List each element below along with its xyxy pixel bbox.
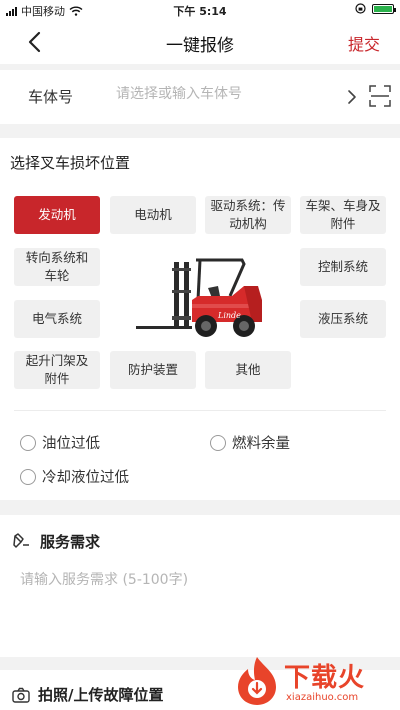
camera-icon xyxy=(12,687,30,703)
part-electric-motor[interactable]: 电动机 xyxy=(110,196,196,234)
battery-icon xyxy=(372,3,396,14)
page-title: 一键报修 xyxy=(166,36,234,56)
part-drive-system[interactable]: 驱动系统：传动机构 xyxy=(205,196,291,234)
option-label: 油位过低 xyxy=(42,436,100,452)
nav-bar: 一键报修 提交 xyxy=(0,20,400,64)
part-hydraulic-system[interactable]: 液压系统 xyxy=(300,300,386,338)
photo-upload-title: 拍照/上传故障位置 xyxy=(38,686,164,704)
wrench-icon xyxy=(13,532,29,548)
forklift-brand-logo: Linde xyxy=(217,311,241,320)
scan-icon[interactable] xyxy=(368,84,392,108)
service-request-input[interactable] xyxy=(20,569,380,639)
part-control-system[interactable]: 控制系统 xyxy=(300,248,386,286)
submit-button[interactable]: 提交 xyxy=(348,31,380,55)
option-fuel-level[interactable]: 燃料余量 xyxy=(210,432,290,453)
option-label: 冷却液位过低 xyxy=(42,470,129,486)
damage-divider xyxy=(14,410,386,411)
vehicle-number-input[interactable] xyxy=(116,86,336,102)
option-label: 燃料余量 xyxy=(232,436,290,452)
status-time: 下午 5:14 xyxy=(173,5,227,18)
service-request-header: 服务需求 xyxy=(12,531,100,552)
radio-button[interactable] xyxy=(20,468,36,485)
watermark-text: 下载火 xyxy=(284,663,366,693)
service-request-card: 服务需求 xyxy=(0,515,400,657)
radio-button[interactable] xyxy=(20,434,36,451)
part-protective-devices[interactable]: 防护装置 xyxy=(110,351,196,389)
option-low-coolant[interactable]: 冷却液位过低 xyxy=(20,466,129,487)
watermark: 下载火 xiazaihuo.com xyxy=(234,655,398,710)
watermark-url: xiazaihuo.com xyxy=(286,692,359,703)
part-steering-wheels[interactable]: 转向系统和车轮 xyxy=(14,248,100,286)
part-engine[interactable]: 发动机 xyxy=(14,196,100,234)
photo-upload-header[interactable]: 拍照/上传故障位置 xyxy=(12,684,163,705)
status-bar: 中国移动 下午 5:14 xyxy=(0,0,400,20)
orientation-lock-icon xyxy=(355,3,366,14)
forklift-illustration: Linde xyxy=(136,258,262,337)
vehicle-number-label: 车体号 xyxy=(28,88,74,106)
part-other[interactable]: 其他 xyxy=(205,351,291,389)
part-frame-body[interactable]: 车架、车身及附件 xyxy=(300,196,386,234)
chevron-right-icon[interactable] xyxy=(345,86,359,108)
flame-logo-icon xyxy=(238,657,276,705)
part-electrical-system[interactable]: 电气系统 xyxy=(14,300,100,338)
vehicle-number-row[interactable]: 车体号 xyxy=(0,70,400,124)
service-request-title: 服务需求 xyxy=(40,533,101,551)
part-mast-attachments[interactable]: 起升门架及附件 xyxy=(14,351,100,389)
status-right xyxy=(355,3,396,14)
damage-section-title: 选择叉车损坏位置 xyxy=(10,154,131,172)
radio-button[interactable] xyxy=(210,434,226,451)
option-low-oil[interactable]: 油位过低 xyxy=(20,432,100,453)
